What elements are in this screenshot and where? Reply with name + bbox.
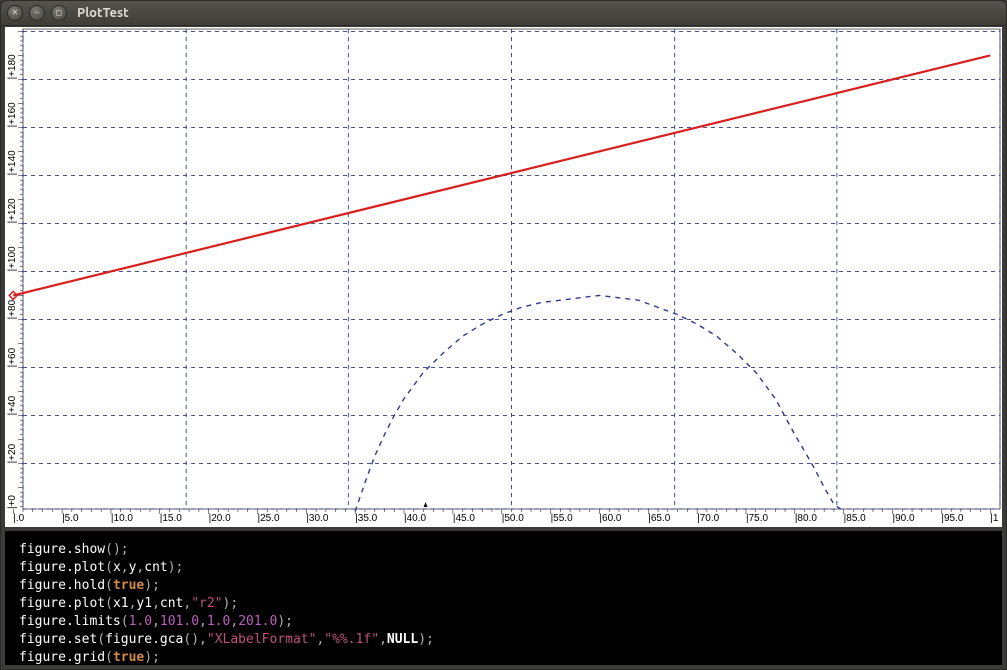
x-tick-label: |5.0	[62, 513, 79, 524]
series-line	[355, 295, 844, 511]
x-tick-label: |45.0	[453, 513, 475, 524]
x-tick-label: |75.0	[746, 513, 768, 524]
x-tick-label: |85.0	[844, 513, 866, 524]
y-tick-label: |+40	[7, 395, 18, 415]
x-tick-label: |80.0	[795, 513, 817, 524]
y-tick-label: |+100	[7, 246, 18, 272]
x-tick-label: |15.0	[160, 513, 182, 524]
x-tick-label: |65.0	[648, 513, 670, 524]
code-line: figure.show();	[19, 541, 988, 559]
code-line: figure.plot(x,y,cnt);	[19, 559, 988, 577]
x-tick-label: |50.0	[502, 513, 524, 524]
close-icon[interactable]: ✕	[7, 5, 23, 21]
x-tick-label: |35.0	[355, 513, 377, 524]
x-tick-label: |10.0	[111, 513, 133, 524]
x-tick-label: |20.0	[209, 513, 231, 524]
y-tick-label: |+0	[7, 495, 18, 509]
app-window: ✕ – ◻ PlotTest |.0 |5.0 |10.0 |15.0 |20.0 |25…	[0, 0, 1007, 670]
y-tick-label: |+20	[7, 443, 18, 463]
window-controls: ✕ – ◻	[7, 5, 67, 21]
x-tick-label: |70.0	[697, 513, 719, 524]
code-line: figure.limits(1.0,101.0,1.0,201.0);	[19, 613, 988, 631]
code-line: figure.set(figure.gca(),"XLabelFormat","…	[19, 631, 988, 649]
titlebar[interactable]: ✕ – ◻ PlotTest	[1, 1, 1006, 26]
x-tick-label: |60.0	[599, 513, 621, 524]
y-tick-label: |+60	[7, 347, 18, 367]
y-tick-label: |+180	[7, 54, 18, 80]
plot-area[interactable]: |.0 |5.0 |10.0 |15.0 |20.0 |25.0 |30.0 |35.0 |40…	[5, 27, 1002, 527]
y-tick-label: |+80	[7, 299, 18, 319]
chart-canvas: |.0 |5.0 |10.0 |15.0 |20.0 |25.0 |30.0 |35.0 |40…	[5, 27, 1002, 527]
x-tick-label: |1	[990, 513, 999, 524]
y-tick-label: |+160	[7, 102, 18, 128]
code-line: figure.plot(x1,y1,cnt,"r2");	[19, 595, 988, 613]
x-tick-label: |95.0	[941, 513, 963, 524]
y-tick-label: |+120	[7, 198, 18, 224]
x-tick-label: |25.0	[257, 513, 279, 524]
window-title: PlotTest	[77, 6, 129, 20]
x-tick-label: |55.0	[551, 513, 573, 524]
x-tick-label: |40.0	[404, 513, 426, 524]
x-tick-label: |30.0	[306, 513, 328, 524]
x-tick-label: |90.0	[893, 513, 915, 524]
maximize-icon[interactable]: ◻	[51, 5, 67, 21]
code-panel: figure.show();figure.plot(x,y,cnt);figur…	[5, 531, 1002, 665]
code-line: figure.grid(true);	[19, 649, 988, 665]
code-line: figure.hold(true);	[19, 577, 988, 595]
y-tick-label: |+140	[7, 150, 18, 176]
minimize-icon[interactable]: –	[29, 5, 45, 21]
x-tick-label: |.0	[13, 513, 24, 524]
